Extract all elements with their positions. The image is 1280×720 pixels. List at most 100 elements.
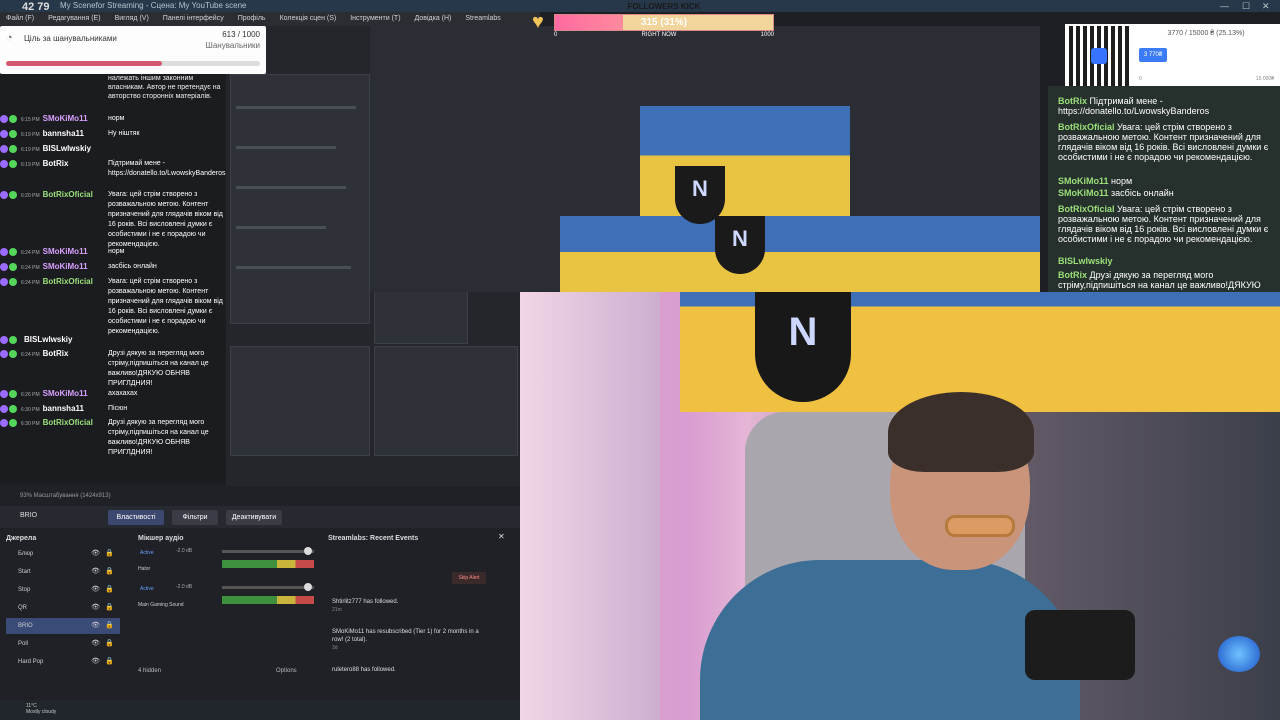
eye-icon[interactable]: 👁 — [91, 564, 100, 580]
eye-icon[interactable]: 👁 — [91, 546, 100, 562]
volume-knob[interactable] — [304, 583, 312, 591]
menu-edit[interactable]: Редагування (E) — [48, 12, 100, 26]
overlay-author: BotRixOficial — [1058, 122, 1115, 132]
source-item[interactable]: QR 👁 🔒 — [6, 600, 120, 616]
event-item: Shtirlitz777 has followed. 21m — [332, 598, 482, 614]
microphone — [1025, 610, 1135, 680]
overlay-author: SMoKiMo11 — [1058, 176, 1109, 186]
glasses — [945, 515, 1015, 537]
message-author[interactable]: BotRixOficial — [43, 418, 93, 427]
close-dock-icon[interactable]: ✕ — [498, 532, 508, 542]
mirrored-stream-preview: N N — [370, 26, 1040, 292]
message-author[interactable]: SMoKiMo11 — [43, 247, 88, 256]
message-author[interactable]: SMoKiMo11 — [43, 114, 88, 123]
message-author[interactable]: BotRixOficial — [43, 277, 93, 286]
message-author[interactable]: bannsha11 — [43, 404, 84, 413]
volume-knob[interactable] — [304, 547, 312, 555]
volume-slider[interactable] — [222, 547, 314, 555]
lock-icon[interactable]: 🔒 — [105, 564, 114, 580]
maximize-icon[interactable]: ☐ — [1242, 0, 1250, 12]
overlay-chat-message: BotRixOficial Увага: цей стрім створено … — [1058, 122, 1278, 162]
badge-icon — [9, 278, 17, 287]
message-author[interactable]: BISLwlwskiy — [43, 144, 91, 153]
overlay-author: BISLwlwskiy — [1058, 256, 1113, 266]
badge-icon — [9, 336, 17, 345]
badge-icon — [0, 390, 8, 399]
badge-icon — [9, 160, 17, 169]
message-time: 6:15 PM — [21, 117, 40, 123]
goal-count: 613 / 1000 — [222, 30, 260, 39]
minimize-icon[interactable]: — — [1220, 0, 1229, 12]
options-button[interactable]: Options — [276, 668, 297, 674]
mixer-active[interactable]: Active — [140, 548, 168, 558]
message-text: норм — [108, 115, 125, 122]
message-author[interactable]: BotRix — [43, 349, 69, 358]
lock-icon[interactable]: 🔒 — [105, 618, 114, 634]
source-item[interactable]: BRIO 👁 🔒 — [6, 618, 120, 634]
message-author[interactable]: BotRix — [43, 159, 69, 168]
overlay-chat-message: BotRix Підтримай мене - https://donatell… — [1058, 96, 1278, 116]
menu-docks[interactable]: Панелі інтерфейсу — [163, 12, 224, 26]
menu-streamlabs[interactable]: Streamlabs — [465, 12, 500, 26]
kick-center: RIGHT NOW — [641, 32, 677, 38]
eye-icon[interactable]: 👁 — [91, 582, 100, 598]
mixer-active[interactable]: Active — [140, 584, 168, 594]
menu-profile[interactable]: Профіль — [238, 12, 266, 26]
source-item[interactable]: Start 👁 🔒 — [6, 564, 120, 580]
overlay-author: BotRix — [1058, 96, 1087, 106]
eye-icon[interactable]: 👁 — [91, 618, 100, 634]
nested-mixer-panel — [374, 346, 518, 456]
badge-icon — [0, 160, 8, 169]
menu-file[interactable]: Файл (F) — [6, 12, 34, 26]
chat-message: 6:19 PM BotRix Підтримай мене - https://do… — [0, 159, 226, 177]
menu-view[interactable]: Вигляд (V) — [115, 12, 149, 26]
badge-icon — [0, 405, 8, 414]
chat-message: 6:24 PM SMoKiMo11 засбісь онлайн — [0, 262, 226, 273]
lock-icon[interactable]: 🔒 — [105, 636, 114, 652]
goal-icon: ◔ — [6, 32, 13, 44]
source-label: Hard Pop — [18, 659, 44, 665]
kick-goal-scale: 0 RIGHT NOW 1000 — [554, 32, 774, 38]
lock-icon[interactable]: 🔒 — [105, 546, 114, 562]
eye-icon[interactable]: 👁 — [91, 600, 100, 616]
skip-alert-button[interactable]: Skip Alert — [452, 572, 486, 584]
nested-sources-panel — [230, 346, 370, 456]
chat-message: 6:26 PM SMoKiMo11 ахахахах — [0, 389, 226, 400]
lock-icon[interactable]: 🔒 — [105, 600, 114, 616]
badge-icon — [9, 419, 17, 428]
menu-help[interactable]: Довідка (H) — [415, 12, 452, 26]
volume-slider[interactable] — [222, 583, 314, 591]
person-vest — [700, 560, 1080, 720]
stream-canvas: 42 79 My Scenefor Streaming - Сцена: My … — [0, 0, 1280, 720]
events-title: Streamlabs: Recent Events — [328, 535, 419, 542]
message-author[interactable]: SMoKiMo11 — [43, 389, 88, 398]
flag-crest-icon: N — [755, 292, 851, 402]
overlay-text: засбісь онлайн — [1111, 188, 1174, 198]
crest-icon: N — [715, 216, 765, 274]
source-toolbar: BRIO Властивості Фільтри Деактивувати — [0, 506, 520, 528]
close-icon[interactable]: ✕ — [1262, 0, 1270, 12]
filters-button[interactable]: Фільтри — [172, 510, 218, 525]
message-author[interactable]: BotRixOficial — [43, 190, 93, 199]
deactivate-button[interactable]: Деактивувати — [226, 510, 282, 525]
mixer-name: Hator — [138, 566, 151, 572]
menu-tools[interactable]: Інструменти (T) — [350, 12, 400, 26]
message-author[interactable]: BISLwlwskiy — [24, 335, 72, 344]
message-author[interactable]: SMoKiMo11 — [43, 262, 88, 271]
message-time: 6:26 PM — [21, 392, 40, 398]
eye-icon[interactable]: 👁 — [91, 636, 100, 652]
properties-button[interactable]: Властивості — [108, 510, 164, 525]
kick-min: 0 — [554, 32, 558, 38]
source-item[interactable]: Блюр 👁 🔒 — [6, 546, 120, 562]
source-item[interactable]: Poll 👁 🔒 — [6, 636, 120, 652]
flag-thumbnail — [560, 216, 1040, 292]
source-item[interactable]: Stop 👁 🔒 — [6, 582, 120, 598]
message-text: ахахахах — [108, 390, 138, 397]
message-author[interactable]: bannsha11 — [43, 129, 84, 138]
source-label: QR — [18, 605, 27, 611]
lock-icon[interactable]: 🔒 — [105, 582, 114, 598]
menu-scene-collection[interactable]: Колекція сцен (S) — [280, 12, 337, 26]
lamp-light — [1218, 636, 1260, 672]
badge-icon — [0, 336, 8, 345]
chat-message: 6:15 PM SMoKiMo11 норм — [0, 114, 226, 125]
